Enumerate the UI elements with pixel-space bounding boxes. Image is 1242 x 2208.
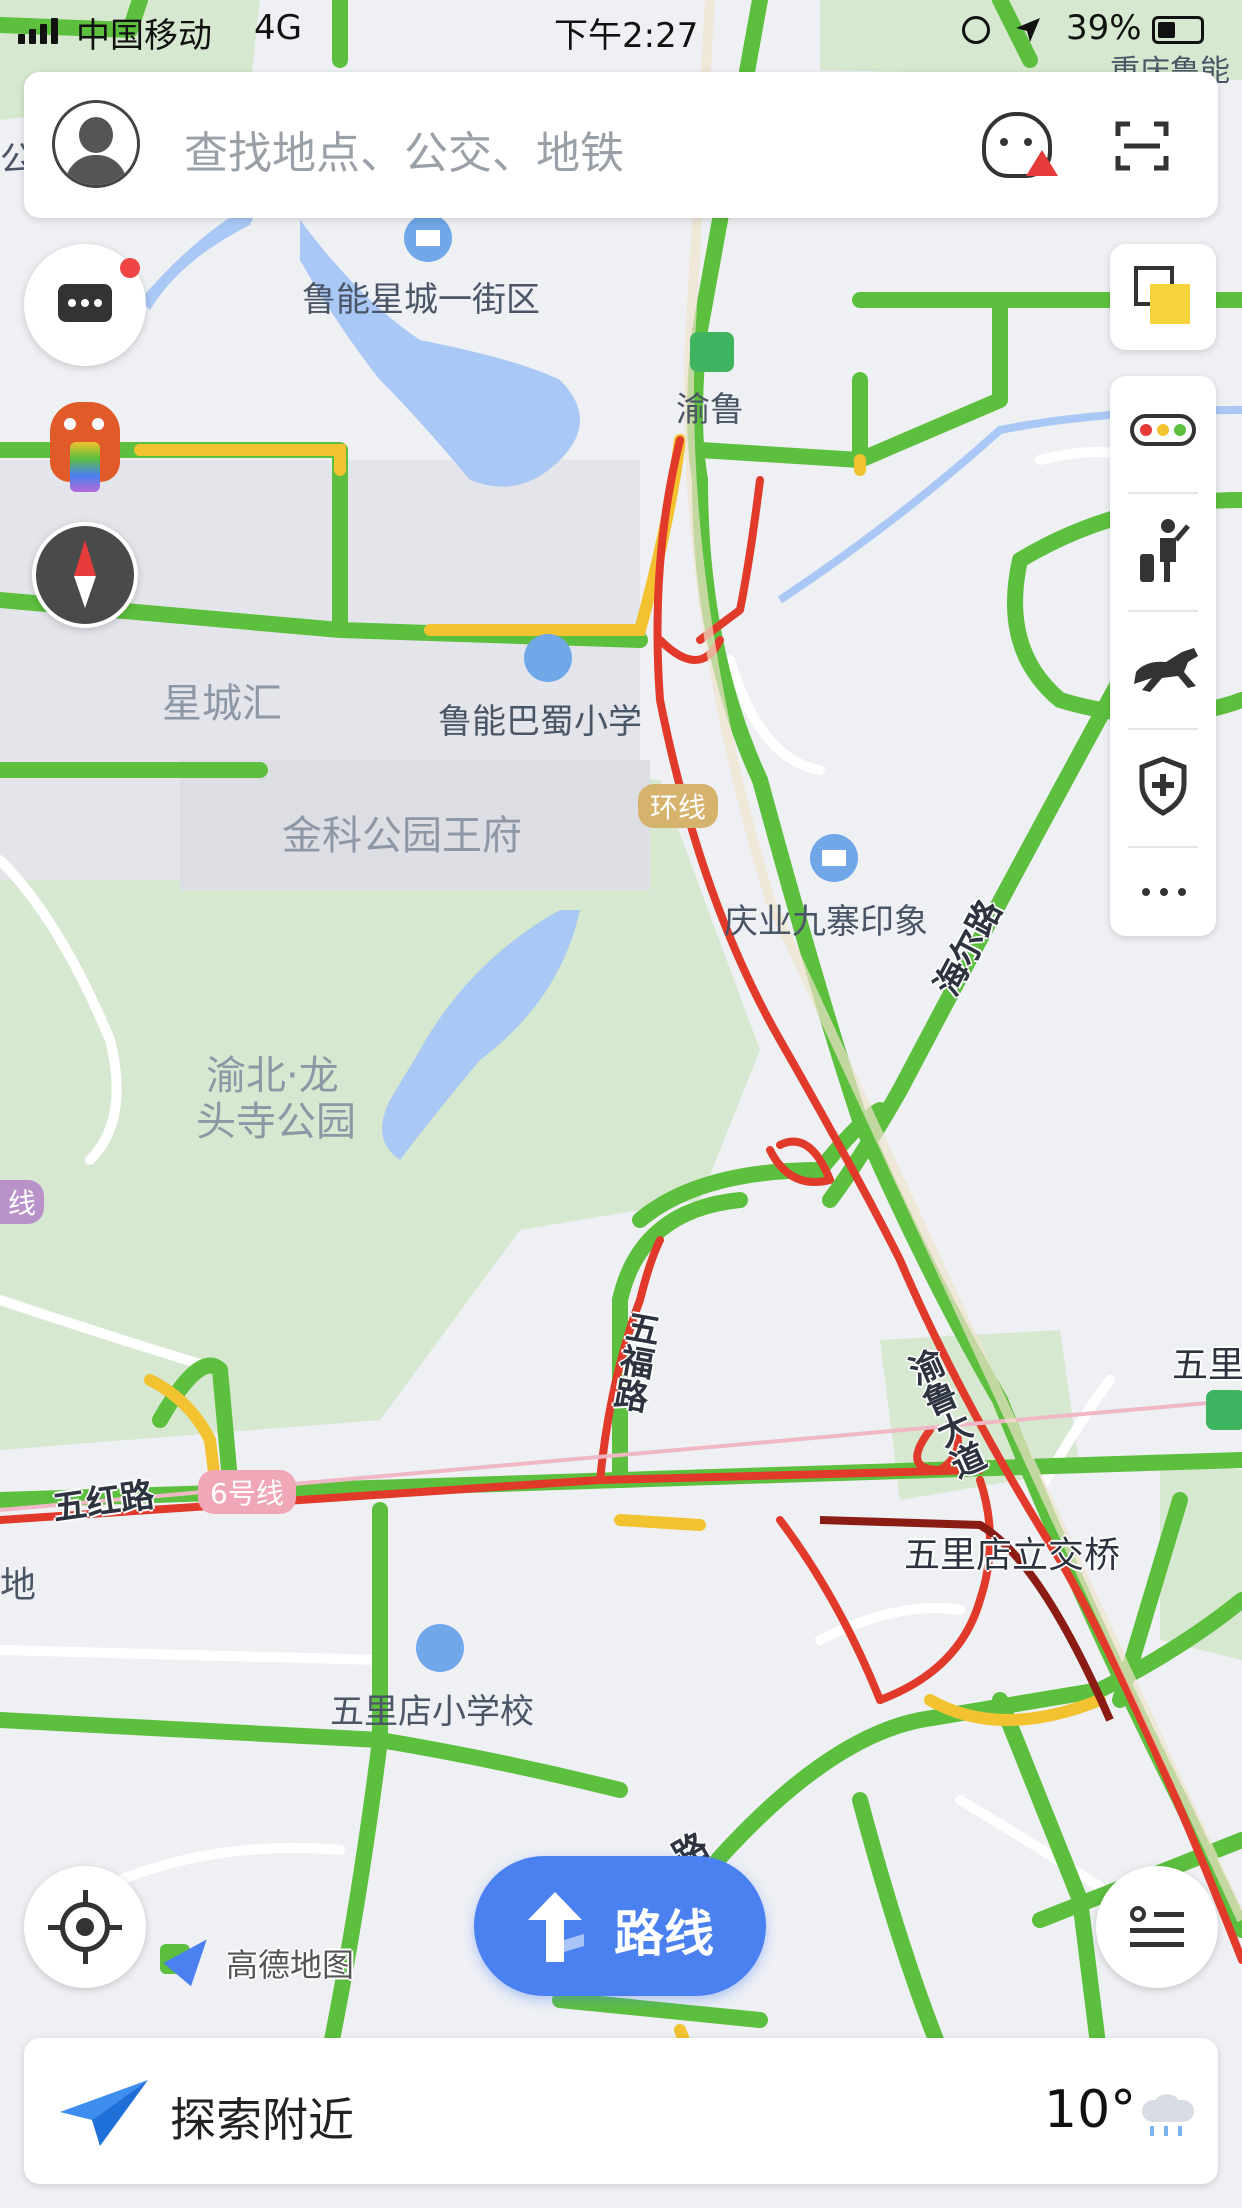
metro-pin	[690, 332, 734, 372]
traffic-icon	[1130, 414, 1196, 446]
ring-road-badge: 环线	[638, 784, 719, 828]
status-bar: 中国移动 4G 下午2:27 39%	[0, 0, 1242, 64]
list-icon	[1130, 1906, 1184, 1950]
area-label: 星城汇	[162, 681, 282, 727]
horse-icon	[1134, 648, 1198, 692]
horse-button[interactable]	[1110, 612, 1216, 728]
poi-pin	[810, 834, 858, 882]
battery-percent: 39%	[1066, 8, 1142, 48]
school-pin	[416, 1624, 464, 1672]
shield-icon	[1139, 756, 1187, 816]
edge-line-badge-text: 线	[8, 1187, 37, 1220]
poi-pin	[404, 214, 452, 262]
poi-label[interactable]: 鲁能巴蜀小学	[438, 694, 642, 743]
notification-dot	[120, 258, 140, 278]
route-button[interactable]: 路线	[474, 1856, 766, 1996]
poi-label[interactable]: 五里店小学校	[330, 1684, 534, 1733]
rotation-lock-icon	[962, 16, 990, 44]
temperature: 10°	[1044, 2080, 1137, 2140]
message-icon	[58, 284, 112, 322]
school-pin	[524, 634, 572, 682]
metro-pin	[1206, 1390, 1242, 1430]
battery-icon	[1152, 16, 1204, 44]
metro-line-badge: 6号线	[198, 1470, 296, 1514]
elevator-button[interactable]	[1110, 494, 1216, 610]
network-type: 4G	[254, 8, 302, 48]
scan-icon[interactable]	[1114, 118, 1170, 174]
status-time: 下午2:27	[554, 16, 699, 56]
search-bar[interactable]: 查找地点、公交、地铁	[24, 72, 1218, 218]
poi-label[interactable]: 五里店立交桥	[904, 1526, 1120, 1578]
avatar[interactable]	[52, 100, 140, 188]
road-slow	[614, 1514, 706, 1531]
signal-strength-icon	[18, 18, 58, 44]
map-tools-panel	[1110, 376, 1216, 936]
area-label: 渝北·龙	[206, 1053, 339, 1099]
poi-label[interactable]: 鲁能星城一街区	[302, 272, 540, 321]
locate-icon	[60, 1902, 110, 1952]
brand-logo: 高德地图	[226, 1946, 355, 1984]
explore-nearby-label: 探索附近	[170, 2093, 354, 2147]
road-label: 地	[0, 1565, 37, 1606]
location-arrow-icon	[1016, 18, 1040, 42]
mascot-icon[interactable]	[30, 392, 140, 502]
search-input[interactable]: 查找地点、公交、地铁	[184, 117, 624, 181]
ring-road-badge-text: 环线	[650, 791, 707, 824]
assistant-icon[interactable]	[982, 112, 1058, 178]
weather-rain-icon	[1136, 2094, 1202, 2140]
messages-button[interactable]	[24, 244, 146, 366]
area-label: 金科公园王府	[282, 813, 522, 859]
area-label: 头寺公园	[196, 1099, 356, 1145]
brand-logo-icon	[160, 1927, 221, 1987]
edge-line-badge: 线	[0, 1180, 45, 1224]
layers-button[interactable]	[1110, 244, 1216, 350]
route-button-label: 路线	[614, 1905, 714, 1963]
poi-label[interactable]: 渝鲁	[676, 382, 744, 431]
elevator-icon	[1140, 519, 1190, 582]
safety-button[interactable]	[1110, 730, 1216, 846]
paper-plane-icon	[60, 2080, 148, 2146]
list-view-button[interactable]	[1096, 1866, 1218, 1988]
poi-label[interactable]: 庆业九寨印象	[724, 894, 928, 943]
compass-icon	[74, 540, 96, 576]
explore-nearby-bar[interactable]: 探索附近 10°	[24, 2038, 1218, 2184]
compass-button[interactable]	[32, 522, 138, 628]
carrier-name: 中国移动	[76, 16, 212, 56]
traffic-button[interactable]	[1110, 376, 1216, 492]
route-arrow-icon	[528, 1892, 584, 1962]
locate-button[interactable]	[24, 1866, 146, 1988]
road-label: 五里	[1172, 1345, 1242, 1386]
metro-line-badge-text: 6号线	[210, 1477, 284, 1510]
more-button[interactable]	[1110, 848, 1216, 936]
more-icon	[1142, 888, 1186, 896]
